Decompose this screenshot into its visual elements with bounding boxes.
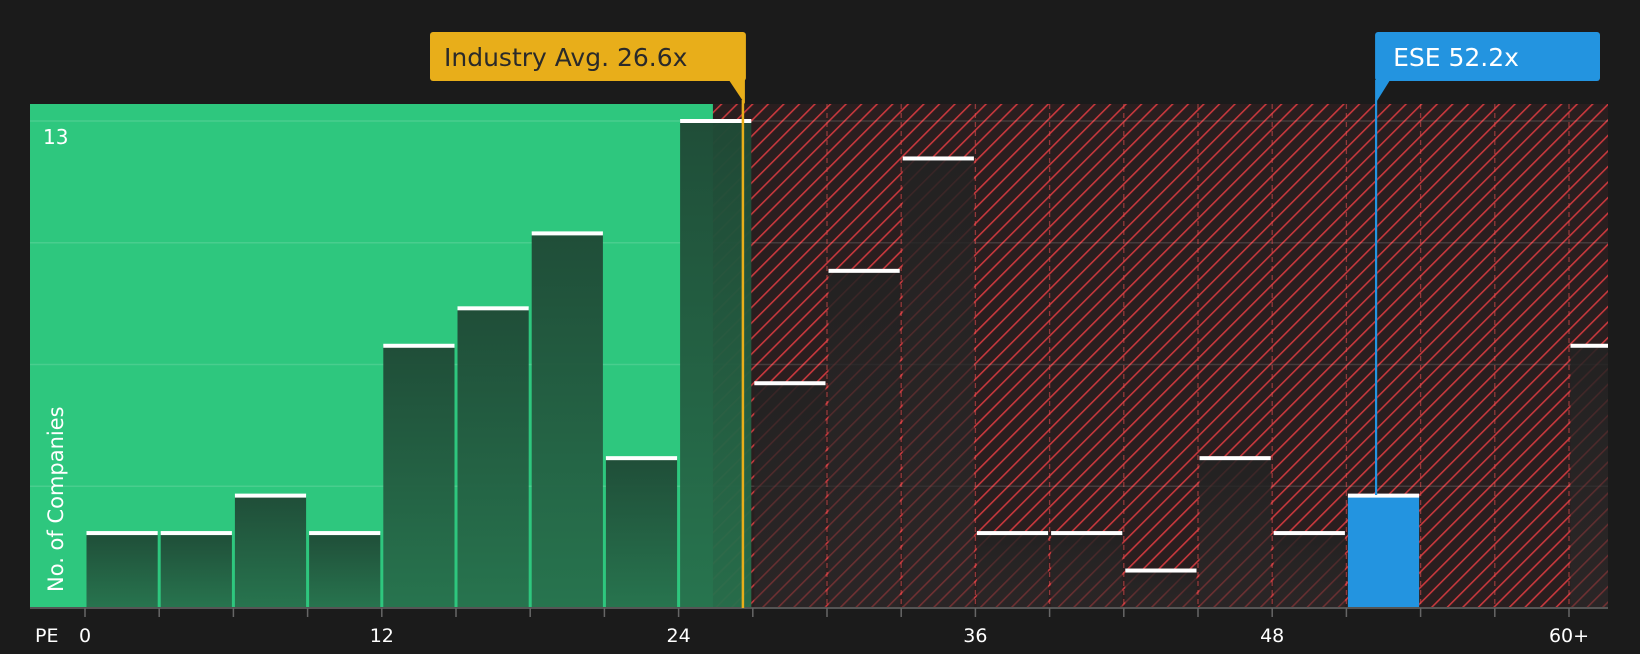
x-tick-label: 60+ xyxy=(1549,625,1589,647)
bar-cap xyxy=(1273,531,1345,536)
bar-cap xyxy=(680,119,752,123)
bar-cap xyxy=(976,531,1049,536)
x-axis: 0 12 24 36 48 60+ xyxy=(30,607,1608,647)
pe-histogram-svg: 0 12 24 36 48 60+ 13 No. of Companies PE Indu… xyxy=(30,32,1608,647)
bar-cap xyxy=(160,531,232,536)
bar xyxy=(1125,570,1197,608)
bar xyxy=(1273,533,1345,608)
bar-cap xyxy=(309,531,381,536)
bar xyxy=(754,383,826,608)
bar-cap xyxy=(531,231,603,236)
bar-cap xyxy=(1199,456,1271,461)
bar xyxy=(234,495,307,608)
x-tick-label: 36 xyxy=(963,625,987,647)
bar-cap xyxy=(828,268,900,273)
bar-cap xyxy=(605,456,678,461)
bar xyxy=(605,458,678,608)
x-tick-label: 12 xyxy=(370,625,394,647)
bar-cap xyxy=(457,306,529,311)
bar xyxy=(383,345,455,608)
bar xyxy=(976,533,1049,608)
bar xyxy=(160,533,232,608)
bar-cap xyxy=(1051,531,1123,536)
bar-highlighted xyxy=(1347,495,1420,608)
bar xyxy=(457,308,529,608)
bar-cap xyxy=(1347,493,1420,498)
company-pe-label: ESE 52.2x xyxy=(1393,43,1519,72)
y-tick-label: 13 xyxy=(43,125,68,149)
bar xyxy=(1199,458,1271,608)
y-axis-label: No. of Companies xyxy=(44,406,68,592)
x-tick-label: 48 xyxy=(1260,625,1284,647)
pe-distribution-chart: 0 12 24 36 48 60+ 13 No. of Companies PE Indu… xyxy=(0,0,1640,650)
bar xyxy=(86,533,158,608)
bar xyxy=(828,270,900,608)
x-axis-label: PE xyxy=(35,625,58,647)
bar xyxy=(1051,533,1123,608)
bar-cap xyxy=(902,156,974,161)
x-tick-label: 24 xyxy=(667,625,691,647)
bar xyxy=(309,533,381,608)
bar-cap xyxy=(754,381,826,386)
bar xyxy=(680,121,752,608)
company-pe-pointer xyxy=(1375,80,1391,104)
bar xyxy=(902,158,974,608)
bar-cap xyxy=(1570,343,1608,348)
bar xyxy=(531,233,603,608)
bar-cap xyxy=(383,343,455,348)
bar xyxy=(1570,345,1608,608)
bar-cap xyxy=(234,493,307,498)
x-tick-label: 0 xyxy=(79,625,91,647)
industry-average-label: Industry Avg. 26.6x xyxy=(444,43,687,72)
bar-cap xyxy=(86,531,158,536)
bar-cap xyxy=(1125,568,1197,573)
